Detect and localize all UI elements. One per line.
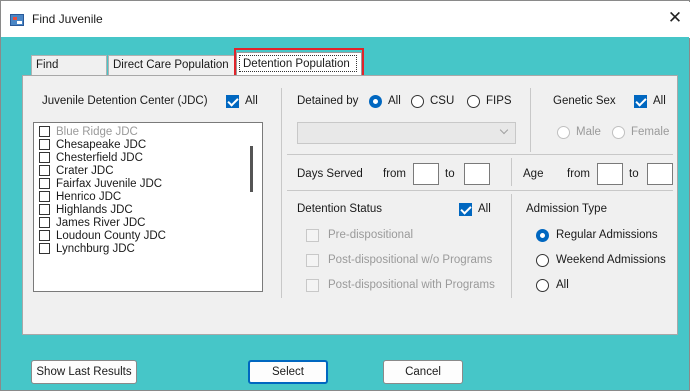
jdc-item-checkbox[interactable] xyxy=(39,152,50,163)
regular-admissions-radio[interactable] xyxy=(536,229,549,242)
weekend-admissions-label: Weekend Admissions xyxy=(556,254,666,266)
jdc-item-label: Fairfax Juvenile JDC xyxy=(56,178,163,190)
select-button[interactable]: Select xyxy=(248,360,328,384)
regular-admissions-label: Regular Admissions xyxy=(556,229,658,241)
genetic-sex-label: Genetic Sex xyxy=(553,95,616,107)
detention-status-all-label: All xyxy=(478,203,491,215)
detained-fips-label: FIPS xyxy=(486,95,512,107)
jdc-item-label: Lynchburg JDC xyxy=(56,243,135,255)
divider xyxy=(511,158,512,186)
age-to-label: to xyxy=(629,168,639,180)
divider xyxy=(281,88,282,298)
jdc-item-label: Chesterfield JDC xyxy=(56,152,143,164)
detained-csu-label: CSU xyxy=(430,95,455,107)
female-radio[interactable] xyxy=(612,126,625,139)
jdc-item-label: Chesapeake JDC xyxy=(56,139,147,151)
age-from-input[interactable] xyxy=(597,163,623,185)
age-label: Age xyxy=(523,168,544,180)
jdc-item-checkbox[interactable] xyxy=(39,217,50,228)
jdc-item-checkbox[interactable] xyxy=(39,204,50,215)
age-from-label: from xyxy=(567,168,590,180)
post-dispositional-with-programs-label: Post-dispositional with Programs xyxy=(328,279,495,291)
fips-dropdown[interactable] xyxy=(297,122,516,144)
post-dispositional-wo-programs-checkbox[interactable] xyxy=(306,254,319,267)
days-to-label: to xyxy=(445,168,455,180)
tab-direct-care-population[interactable]: Direct Care Population xyxy=(108,55,236,75)
age-to-input[interactable] xyxy=(647,163,673,185)
jdc-item-label: Blue Ridge JDC xyxy=(56,126,138,138)
male-label: Male xyxy=(576,126,601,138)
close-icon[interactable]: ✕ xyxy=(664,7,686,29)
female-label: Female xyxy=(631,126,670,138)
cancel-button[interactable]: Cancel xyxy=(383,360,463,384)
show-last-results-button[interactable]: Show Last Results xyxy=(31,360,137,384)
detained-by-label: Detained by xyxy=(297,95,359,107)
pre-dispositional-checkbox[interactable] xyxy=(306,229,319,242)
days-from-label: from xyxy=(383,168,406,180)
genetic-sex-all-label: All xyxy=(653,95,666,107)
jdc-listbox[interactable]: Blue Ridge JDC Chesapeake JDC Chesterfie… xyxy=(33,122,263,292)
jdc-item-checkbox[interactable] xyxy=(39,126,50,137)
admission-type-label: Admission Type xyxy=(526,203,607,215)
listbox-scrollbar[interactable] xyxy=(250,146,253,192)
jdc-all-label: All xyxy=(245,95,258,107)
divider xyxy=(530,88,531,152)
jdc-item-checkbox[interactable] xyxy=(39,230,50,241)
window-title: Find Juvenile xyxy=(32,12,103,26)
divider xyxy=(287,154,673,155)
app-icon xyxy=(10,14,24,26)
jdc-item-label: Highlands JDC xyxy=(56,204,133,216)
title-bar xyxy=(2,2,690,38)
admission-all-label: All xyxy=(556,279,569,291)
divider xyxy=(511,194,512,298)
days-to-input[interactable] xyxy=(464,163,490,185)
weekend-admissions-radio[interactable] xyxy=(536,254,549,267)
jdc-item-checkbox[interactable] xyxy=(39,165,50,176)
jdc-label: Juvenile Detention Center (JDC) xyxy=(42,95,208,107)
jdc-item-label: James River JDC xyxy=(56,217,146,229)
detained-fips-radio[interactable] xyxy=(467,95,480,108)
detained-csu-radio[interactable] xyxy=(411,95,424,108)
male-radio[interactable] xyxy=(557,126,570,139)
detained-all-label: All xyxy=(388,95,401,107)
jdc-item-label: Loudoun County JDC xyxy=(56,230,166,242)
pre-dispositional-label: Pre-dispositional xyxy=(328,229,414,241)
jdc-all-checkbox[interactable] xyxy=(226,95,239,108)
jdc-item-checkbox[interactable] xyxy=(39,139,50,150)
post-dispositional-wo-programs-label: Post-dispositional w/o Programs xyxy=(328,254,493,266)
jdc-item-label: Crater JDC xyxy=(56,165,114,177)
jdc-item-checkbox[interactable] xyxy=(39,191,50,202)
tab-find-juvenile[interactable]: Find Juvenile xyxy=(31,55,107,89)
detention-status-label: Detention Status xyxy=(297,203,383,215)
post-dispositional-with-programs-checkbox[interactable] xyxy=(306,279,319,292)
jdc-item-checkbox[interactable] xyxy=(39,178,50,189)
days-from-input[interactable] xyxy=(413,163,439,185)
days-served-label: Days Served xyxy=(297,168,363,180)
genetic-sex-all-checkbox[interactable] xyxy=(634,95,647,108)
admission-all-radio[interactable] xyxy=(536,279,549,292)
chevron-down-icon xyxy=(499,125,509,135)
detention-status-all-checkbox[interactable] xyxy=(459,203,472,216)
jdc-item-checkbox[interactable] xyxy=(39,243,50,254)
jdc-item-label: Henrico JDC xyxy=(56,191,122,203)
divider xyxy=(287,190,673,191)
detained-all-radio[interactable] xyxy=(369,95,382,108)
